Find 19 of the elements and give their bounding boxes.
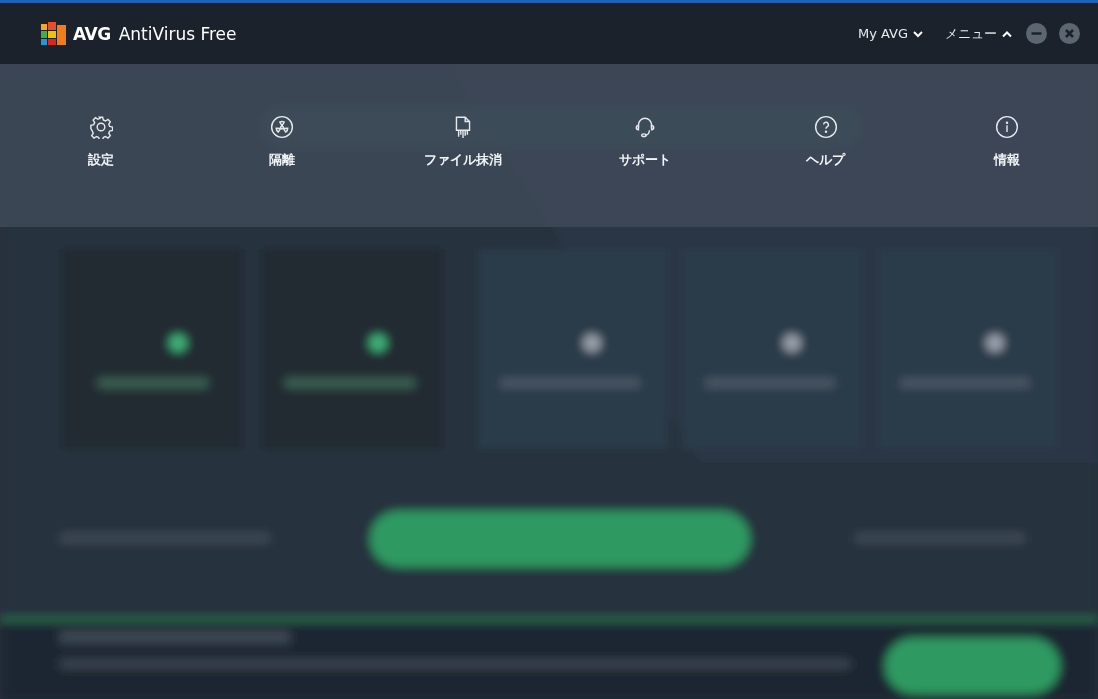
chevron-up-icon: [1002, 29, 1012, 38]
close-icon[interactable]: [1059, 23, 1080, 44]
header-menu-button[interactable]: メニュー: [943, 20, 1014, 47]
menu-item[interactable]: サポート: [612, 111, 677, 173]
logo-icon: [40, 20, 68, 47]
menu-item[interactable]: 隔離: [263, 111, 301, 173]
chevron-down-icon: [913, 29, 923, 38]
brand-name: AVG: [73, 23, 111, 44]
info-icon: [995, 115, 1020, 139]
minimize-icon[interactable]: [1026, 23, 1047, 44]
window-title: AntiVirus Free: [118, 23, 237, 44]
menu-item[interactable]: 情報: [988, 111, 1027, 173]
menu-item[interactable]: ヘルプ: [800, 111, 852, 173]
menu-item[interactable]: 設定: [81, 111, 120, 173]
header-menu-button[interactable]: My AVG: [855, 20, 925, 47]
radiation-icon: [270, 115, 294, 139]
settings-icon: [88, 115, 113, 139]
help-icon: [814, 115, 838, 139]
menu-item[interactable]: ファイル抹消: [418, 111, 509, 173]
